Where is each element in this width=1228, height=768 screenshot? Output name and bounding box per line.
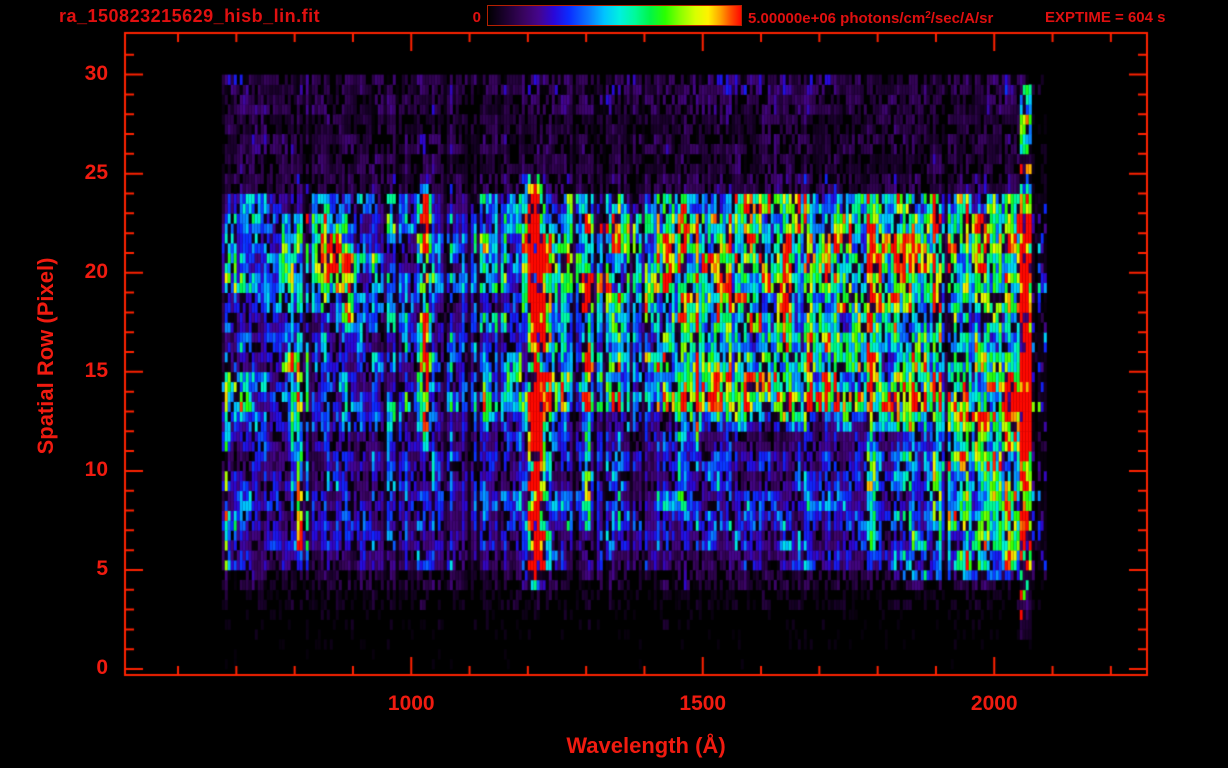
y-tick-label: 5 <box>40 557 108 581</box>
file-title: ra_150823215629_hisb_lin.fit <box>59 6 320 27</box>
x-tick-label: 2000 <box>954 692 1034 716</box>
y-tick-label: 15 <box>40 359 108 383</box>
colorbar-max-units-pre: photons/cm <box>836 10 925 27</box>
y-tick-label: 30 <box>40 62 108 86</box>
colorbar <box>487 5 742 26</box>
x-tick-label: 1000 <box>371 692 451 716</box>
colorbar-max-units-sup: 2 <box>925 10 931 21</box>
y-tick-label: 10 <box>40 458 108 482</box>
spectral-image-canvas <box>0 0 1228 768</box>
y-axis-title: Spatial Row (Pixel) <box>33 258 59 455</box>
x-axis-title: Wavelength (Å) <box>566 733 725 759</box>
y-tick-label: 25 <box>40 161 108 185</box>
colorbar-max-value: 5.00000e+06 <box>748 10 836 27</box>
y-tick-label: 20 <box>40 260 108 284</box>
quicklook-screen: ra_150823215629_hisb_lin.fit 0 5.00000e+… <box>0 0 1228 768</box>
exptime-label: EXPTIME = 604 s <box>1045 9 1165 26</box>
colorbar-max-label: 5.00000e+06 photons/cm2/sec/A/sr <box>748 9 993 27</box>
colorbar-min-label: 0 <box>455 9 481 26</box>
colorbar-max-units-post: /sec/A/sr <box>931 10 994 27</box>
y-tick-label: 0 <box>40 656 108 680</box>
x-tick-label: 1500 <box>663 692 743 716</box>
